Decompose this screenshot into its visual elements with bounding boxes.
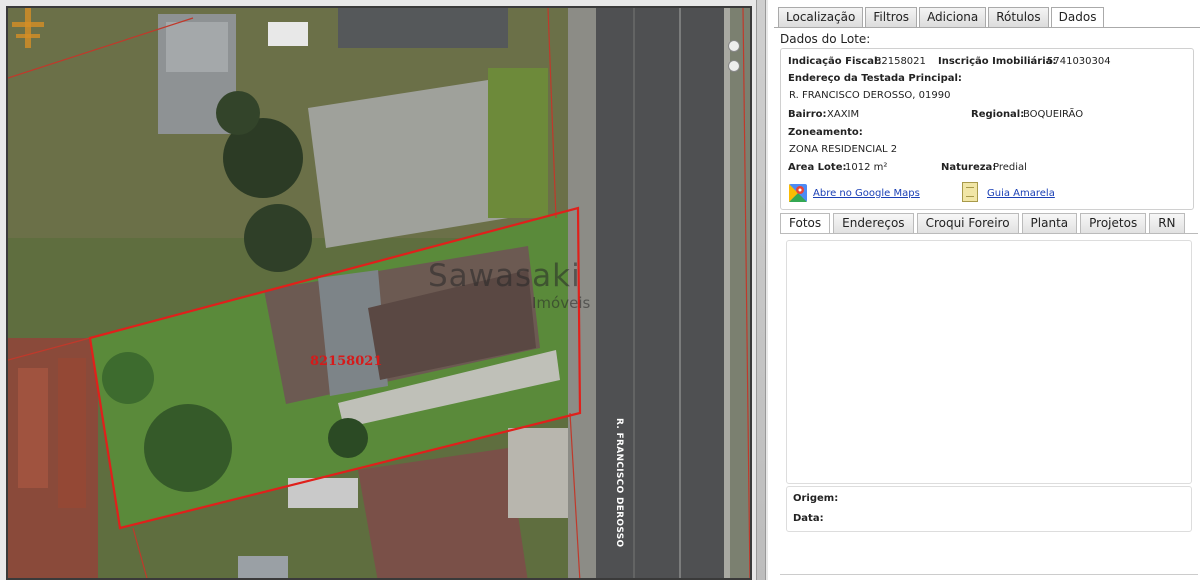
area-value: 1012 m² <box>845 162 888 173</box>
subtab-projetos[interactable]: Projetos <box>1080 213 1147 233</box>
subtab-fotos[interactable]: Fotos <box>780 213 831 233</box>
subtab-planta[interactable]: Planta <box>1021 213 1078 233</box>
section-title: Dados do Lote: <box>780 32 871 46</box>
tab-adiciona[interactable]: Adiciona <box>919 7 987 27</box>
regional-label: Regional: <box>971 109 1025 120</box>
inscricao-label: Inscrição Imobiliária: <box>938 56 1057 67</box>
tab-rotulos[interactable]: Rótulos <box>988 7 1049 27</box>
endereco-label: Endereço da Testada Principal: <box>788 73 962 84</box>
info-panel: Localização Filtros Adiciona Rótulos Dad… <box>768 0 1200 580</box>
guia-amarela-icon[interactable] <box>962 182 978 202</box>
subtab-divider <box>780 233 1198 234</box>
natureza-value: Predial <box>993 162 1027 173</box>
photo-meta-box: Origem: Data: <box>786 486 1192 532</box>
aerial-imagery <box>8 8 750 578</box>
map-control-dot[interactable] <box>728 40 740 52</box>
lot-details-box: Indicação Fiscal: 82158021 Inscrição Imo… <box>780 48 1194 210</box>
map-control-dot[interactable] <box>728 60 740 72</box>
inscricao-value: 5741030304 <box>1047 56 1111 67</box>
regional-value: BOQUEIRÃO <box>1023 109 1084 120</box>
bairro-label: Bairro: <box>788 109 827 120</box>
subtab-enderecos[interactable]: Endereços <box>833 213 914 233</box>
indicacao-value: 82158021 <box>875 56 926 67</box>
google-maps-link[interactable]: Abre no Google Maps <box>813 188 920 199</box>
main-tabs: Localização Filtros Adiciona Rótulos Dad… <box>778 7 1106 28</box>
bairro-value: XAXIM <box>827 109 860 120</box>
sub-tabs: Fotos Endereços Croqui Foreiro Planta Pr… <box>780 213 1188 233</box>
zoneamento-label: Zoneamento: <box>788 127 863 138</box>
origem-label: Origem: <box>793 493 839 504</box>
data-label: Data: <box>793 513 824 524</box>
photo-viewer[interactable] <box>786 240 1192 484</box>
watermark-subtitle: Imóveis <box>532 294 591 312</box>
area-label: Area Lote: <box>788 162 847 173</box>
guia-amarela-link[interactable]: Guia Amarela <box>987 188 1055 199</box>
watermark-logo-icon <box>12 8 44 48</box>
endereco-value: R. FRANCISCO DEROSSO, 01990 <box>789 90 951 101</box>
street-name-label: R. FRANCISCO DEROSSO <box>614 418 624 548</box>
zoneamento-value: ZONA RESIDENCIAL 2 <box>789 144 898 155</box>
panel-bottom-divider <box>780 574 1198 575</box>
subtab-croqui-foreiro[interactable]: Croqui Foreiro <box>916 213 1019 233</box>
tab-localizacao[interactable]: Localização <box>778 7 864 27</box>
panel-splitter[interactable] <box>756 0 766 580</box>
tab-divider <box>774 27 1200 28</box>
aerial-map[interactable]: Sawasaki Imóveis 82158021 R. FRANCISCO D… <box>6 6 752 580</box>
lot-code-label: 82158021 <box>310 354 383 369</box>
tab-dados[interactable]: Dados <box>1050 7 1105 28</box>
natureza-label: Natureza: <box>941 162 997 173</box>
google-maps-icon[interactable] <box>789 184 807 202</box>
subtab-rn[interactable]: RN <box>1149 213 1185 233</box>
tab-filtros[interactable]: Filtros <box>865 7 918 27</box>
indicacao-label: Indicação Fiscal: <box>788 56 882 67</box>
watermark-name: Sawasaki <box>428 258 581 294</box>
